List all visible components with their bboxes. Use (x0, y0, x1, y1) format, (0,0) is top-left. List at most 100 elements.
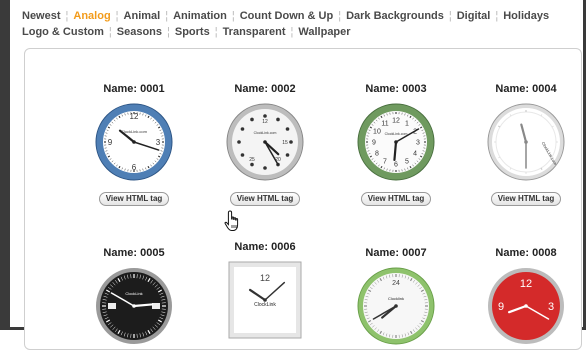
category-nav-row-2: Logo & Custom ¦ Seasons ¦ Sports ¦ Transparent… (22, 24, 582, 40)
clock-preview[interactable]: 121234567891011ClockLink.com (356, 102, 436, 182)
view-html-tag-button[interactable]: View HTML tag (361, 192, 432, 206)
hand-pivot (524, 304, 528, 308)
hour-dot (250, 118, 254, 122)
clock-name: Name: 0006 (200, 241, 330, 253)
nav-item-seasons[interactable]: Seasons (117, 26, 162, 38)
clock-label: 12 (392, 118, 400, 125)
clock-label: 6 (394, 162, 398, 169)
clock-name: Name: 0007 (331, 247, 461, 259)
clock-label: 8 (375, 151, 379, 158)
view-html-tag-button[interactable]: View HTML tag (230, 192, 301, 206)
clock-label: 3 (156, 138, 161, 147)
nav-separator: ¦ (215, 26, 218, 38)
clock-preview[interactable]: 1293 (486, 266, 566, 346)
clock-label: ClockLink (254, 302, 276, 308)
clock-label: ClockLink.com (385, 132, 408, 136)
clock-preview[interactable]: ClockLink (94, 266, 174, 346)
clock-label: 12 (260, 273, 270, 283)
clock-name: Name: 0008 (461, 247, 586, 259)
clock-card: Name: 000212152025ClockLink.comView HTML… (200, 83, 330, 206)
hour-hand (394, 142, 396, 160)
nav-item-animal[interactable]: Animal (124, 10, 161, 22)
nav-item-dark-backgrounds[interactable]: Dark Backgrounds (346, 10, 444, 22)
nav-separator: ¦ (495, 10, 498, 22)
hour-dot (263, 114, 267, 118)
clock-label: 25 (249, 157, 255, 163)
nav-item-analog[interactable]: Analog (73, 10, 110, 22)
clock-label: 9 (498, 301, 504, 313)
hour-dot (241, 153, 245, 157)
hand-pivot (263, 298, 267, 302)
clock-label: 9 (372, 140, 376, 147)
clock-label: 15 (282, 140, 288, 146)
clock-label: ClockLink.com (121, 129, 148, 134)
category-nav: Newest¦Analog¦Animal¦Animation¦Count Dow… (22, 8, 582, 40)
clock-preview[interactable]: 12152025ClockLink.com (225, 102, 305, 182)
clock-name: Name: 0002 (200, 83, 330, 95)
clock-preview[interactable]: 24 Clocklink (356, 266, 436, 346)
view-html-tag-button[interactable]: View HTML tag (491, 192, 562, 206)
hour-dot (263, 166, 267, 170)
hand-pivot (394, 304, 398, 308)
nav-item-digital[interactable]: Digital (457, 10, 491, 22)
clock-label: ClockLink (125, 291, 142, 296)
hour-dot (289, 140, 293, 144)
clock-preview[interactable]: 12 3 6 9 ClockLink.com (94, 102, 174, 182)
clock-card: Name: 000112369ClockLink.comView HTML ta… (69, 83, 199, 206)
nav-item-transparent[interactable]: Transparent (223, 26, 286, 38)
hand-pivot (132, 140, 136, 144)
clock-face-icon: ClockLink (94, 266, 174, 346)
nav-item-newest[interactable]: Newest (22, 10, 61, 22)
nav-separator: ¦ (449, 10, 452, 22)
clock-face-icon: 12 3 6 9 ClockLink.com (94, 102, 174, 182)
clock-label: 12 (520, 278, 532, 290)
nav-item-sports[interactable]: Sports (175, 26, 210, 38)
date-window (108, 303, 116, 309)
clock-face-icon: 12152025ClockLink.com (225, 102, 305, 182)
clock-face-icon: ClockLink.com (486, 102, 566, 182)
clock-name: Name: 0004 (461, 83, 586, 95)
clock-face-icon: 12 ClockLink (225, 260, 305, 340)
day-window (152, 303, 160, 309)
clock-card: Name: 0007 24 Clocklink (331, 247, 461, 346)
nav-item-holidays[interactable]: Holidays (503, 10, 549, 22)
clock-label: Clocklink (388, 296, 404, 301)
hand-pivot (132, 304, 136, 308)
view-html-tag-button[interactable]: View HTML tag (99, 192, 170, 206)
clock-label: ClockLink.com (254, 131, 277, 135)
nav-item-animation[interactable]: Animation (173, 10, 227, 22)
clock-preview[interactable]: ClockLink.com (486, 102, 566, 182)
hand-pivot (524, 140, 528, 144)
clock-label: 9 (108, 138, 113, 147)
nav-separator: ¦ (338, 10, 341, 22)
clock-card: Name: 0006 12 ClockLink (200, 241, 330, 340)
clock-preview[interactable]: 12 ClockLink (225, 260, 305, 340)
clock-label: 1 (405, 120, 409, 127)
clock-label: 5 (405, 159, 409, 166)
clock-card: Name: 0003121234567891011ClockLink.comVi… (331, 83, 461, 206)
nav-separator: ¦ (109, 26, 112, 38)
clock-card: Name: 0004 ClockLink.com View HTML tag (461, 83, 586, 206)
nav-separator: ¦ (232, 10, 235, 22)
clock-label: 24 (392, 280, 400, 287)
nav-item-wallpaper[interactable]: Wallpaper (298, 26, 350, 38)
hand-pivot (394, 140, 398, 144)
clock-label: 4 (413, 151, 417, 158)
clock-face-icon: 24 Clocklink (356, 266, 436, 346)
clock-label: 6 (132, 163, 137, 172)
clock-face-icon: 121234567891011ClockLink.com (356, 102, 436, 182)
clock-name: Name: 0005 (69, 247, 199, 259)
hour-hand (134, 304, 152, 306)
nav-item-logo-and-custom[interactable]: Logo & Custom (22, 26, 104, 38)
nav-separator: ¦ (167, 26, 170, 38)
nav-separator: ¦ (165, 10, 168, 22)
nav-separator: ¦ (66, 10, 69, 22)
clock-label: 12 (130, 112, 139, 121)
hand-pointer-cursor-icon (224, 210, 242, 232)
hand-pivot (263, 140, 267, 144)
clock-label: 7 (383, 159, 387, 166)
nav-item-count-down-and-up[interactable]: Count Down & Up (240, 10, 333, 22)
clock-card: Name: 0005 ClockLink (69, 247, 199, 346)
clock-label: 3 (416, 140, 420, 147)
clock-gallery-panel: Name: 000112369ClockLink.comView HTML ta… (24, 48, 582, 350)
